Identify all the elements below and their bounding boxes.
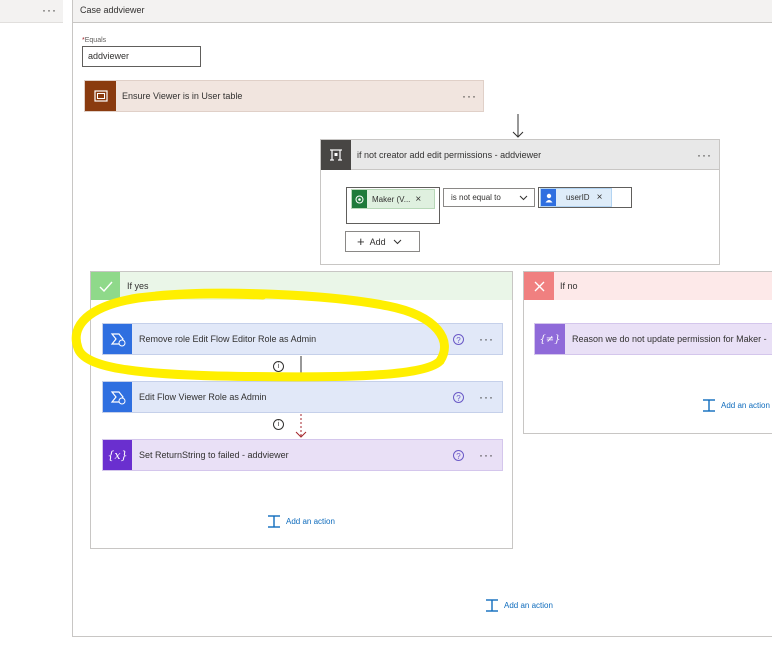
- connector-arrow: [512, 114, 524, 138]
- if-no-title: If no: [560, 281, 578, 291]
- equals-value: addviewer: [88, 51, 130, 61]
- user-icon: [541, 189, 556, 206]
- case-header[interactable]: Case addviewer: [72, 0, 772, 23]
- left-panel-header: ···: [0, 0, 63, 23]
- right-operand-field[interactable]: userID ×: [538, 187, 632, 208]
- add-action-icon: [268, 515, 280, 528]
- close-icon: [524, 272, 554, 300]
- help-icon[interactable]: ?: [453, 392, 464, 403]
- set-returnstring-step[interactable]: {x} Set ReturnString to failed - addview…: [102, 439, 503, 471]
- if-yes-add-action-label: Add an action: [286, 517, 335, 526]
- condition-icon: [321, 140, 351, 170]
- remove-role-menu-button[interactable]: ···: [479, 333, 494, 345]
- if-no-branch: If no {≠} Reason we do not update permis…: [523, 271, 772, 434]
- add-action-icon: [703, 399, 715, 412]
- highlight-annotation: [71, 288, 449, 382]
- variable-icon: {≠}: [535, 324, 565, 354]
- set-returnstring-title: Set ReturnString to failed - addviewer: [139, 450, 289, 460]
- case-add-action-button[interactable]: Add an action: [485, 599, 553, 612]
- scope-icon: [85, 81, 116, 111]
- operator-value: is not equal to: [451, 193, 501, 202]
- edit-flow-viewer-menu-button[interactable]: ···: [479, 391, 494, 403]
- set-returnstring-menu-button[interactable]: ···: [479, 449, 494, 461]
- run-after-info-icon[interactable]: i: [273, 419, 284, 430]
- chevron-down-icon: [393, 239, 401, 244]
- edit-flow-viewer-title: Edit Flow Viewer Role as Admin: [139, 392, 267, 402]
- equals-label-text: Equals: [84, 37, 107, 44]
- condition-step: if not creator add edit permissions - ad…: [320, 139, 720, 265]
- userid-token[interactable]: userID ×: [540, 188, 612, 207]
- ensure-viewer-step[interactable]: Ensure Viewer is in User table ···: [84, 80, 484, 112]
- condition-header[interactable]: if not creator add edit permissions - ad…: [321, 140, 719, 170]
- add-condition-label: Add: [369, 236, 386, 247]
- left-panel-menu-button[interactable]: ···: [42, 4, 57, 16]
- ensure-viewer-title: Ensure Viewer is in User table: [122, 91, 243, 101]
- maker-token-label: Maker (V...: [372, 194, 411, 204]
- variable-icon: {x}: [103, 440, 132, 470]
- equals-label: *Equals: [82, 37, 106, 44]
- help-icon[interactable]: ?: [453, 450, 464, 461]
- if-no-add-action-button[interactable]: Add an action: [702, 399, 770, 412]
- if-yes-add-action-button[interactable]: Add an action: [267, 515, 335, 528]
- power-automate-icon: [103, 382, 132, 412]
- add-condition-button[interactable]: + Add: [345, 231, 420, 252]
- dataverse-icon: [352, 190, 367, 208]
- userid-token-label: userID: [566, 193, 590, 202]
- ensure-viewer-menu-button[interactable]: ···: [462, 90, 477, 102]
- left-operand-field[interactable]: Maker (V... ×: [346, 187, 440, 224]
- equals-input[interactable]: addviewer: [82, 46, 201, 67]
- reason-step-title: Reason we do not update permission for M…: [572, 334, 767, 344]
- add-action-icon: [486, 599, 498, 612]
- reason-step[interactable]: {≠} Reason we do not update permission f…: [534, 323, 772, 355]
- case-add-action-label: Add an action: [504, 601, 553, 610]
- maker-token-remove-icon[interactable]: ×: [415, 194, 421, 205]
- maker-token[interactable]: Maker (V... ×: [351, 189, 435, 209]
- plus-icon: +: [357, 233, 365, 249]
- if-no-header[interactable]: If no: [524, 272, 772, 300]
- condition-title: if not creator add edit permissions - ad…: [357, 150, 542, 160]
- chevron-down-icon: [519, 195, 528, 201]
- if-no-add-action-label: Add an action: [721, 401, 770, 410]
- edit-flow-viewer-step[interactable]: Edit Flow Viewer Role as Admin ? ···: [102, 381, 503, 413]
- case-title: Case addviewer: [80, 5, 145, 15]
- failed-connector-arrow: [295, 414, 307, 438]
- userid-token-remove-icon[interactable]: ×: [597, 192, 603, 203]
- condition-menu-button[interactable]: ···: [697, 149, 712, 161]
- operator-dropdown[interactable]: is not equal to: [443, 188, 535, 207]
